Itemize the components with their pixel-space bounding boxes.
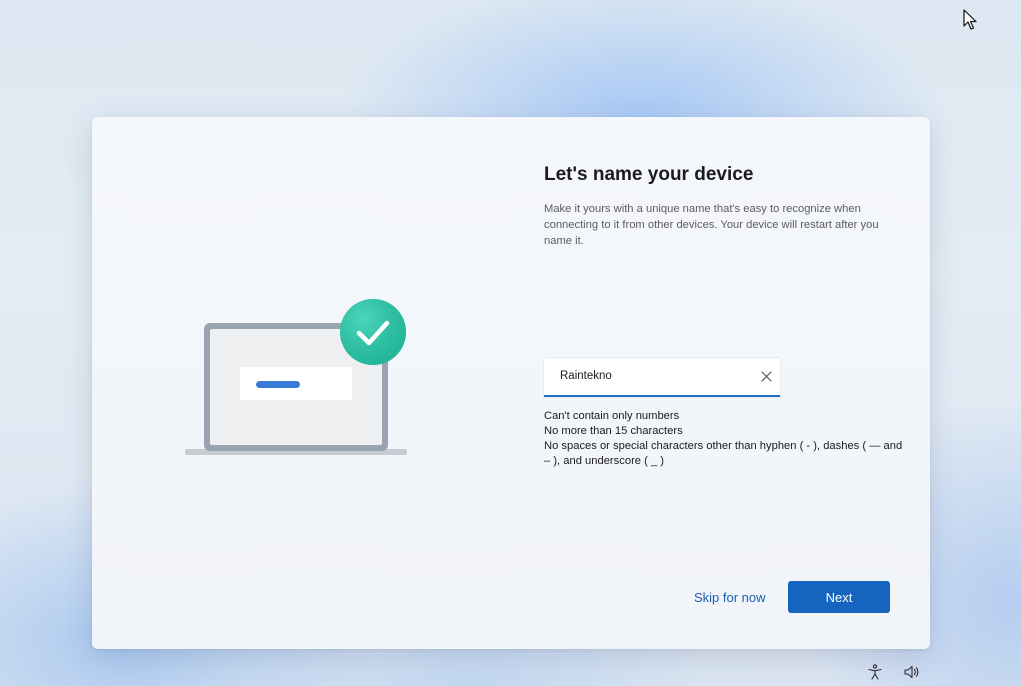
- naming-rules: Can't contain only numbers No more than …: [544, 409, 904, 469]
- volume-button[interactable]: [903, 663, 921, 681]
- clear-button[interactable]: [756, 366, 776, 386]
- skip-for-now-link[interactable]: Skip for now: [694, 590, 766, 605]
- close-icon: [760, 370, 772, 382]
- page-description: Make it yours with a unique name that's …: [544, 203, 879, 247]
- next-button[interactable]: Next: [788, 581, 890, 613]
- rule-item: No more than 15 characters: [544, 425, 683, 437]
- device-name-input[interactable]: [544, 358, 760, 393]
- rule-item: No spaces or special characters other th…: [544, 440, 903, 467]
- accessibility-button[interactable]: [866, 663, 884, 681]
- accessibility-icon: [868, 664, 882, 680]
- setup-dialog-card: Let's name your device Make it yours wit…: [92, 117, 930, 649]
- mouse-pointer-icon: [963, 9, 977, 30]
- device-name-field[interactable]: [544, 358, 780, 397]
- volume-icon: [904, 665, 919, 679]
- rule-item: Can't contain only numbers: [544, 410, 680, 422]
- page-title: Let's name your device: [544, 164, 754, 185]
- laptop-with-checkmark-illustration: [185, 299, 407, 455]
